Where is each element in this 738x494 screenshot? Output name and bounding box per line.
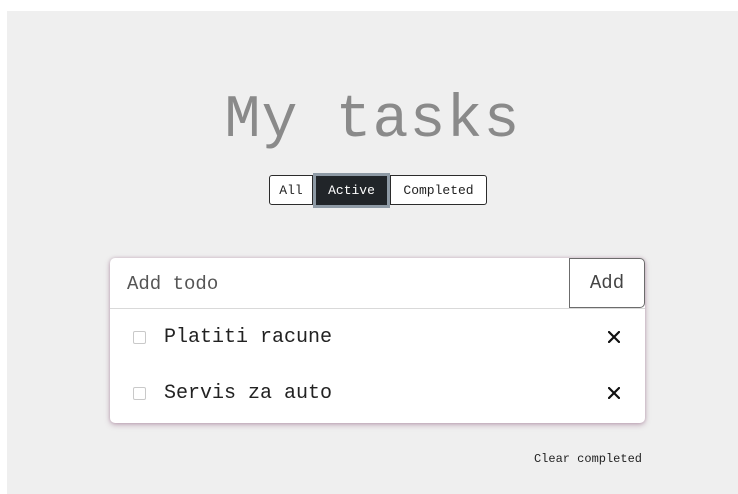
clear-completed-button[interactable]: Clear completed (534, 452, 642, 466)
page-title: My tasks (224, 87, 521, 155)
filter-all-button[interactable]: All (269, 175, 313, 205)
todo-card: Add Platiti racune Servis za auto (110, 258, 645, 423)
todo-input[interactable] (110, 258, 569, 310)
filter-completed-button[interactable]: Completed (390, 175, 487, 205)
todo-text: Servis za auto (164, 381, 333, 405)
filter-group: All Active Completed (269, 172, 487, 208)
filter-active-button[interactable]: Active (313, 172, 390, 208)
close-icon (608, 387, 620, 399)
todo-checkbox[interactable] (133, 386, 146, 400)
delete-button[interactable] (602, 325, 626, 349)
todo-item: Servis za auto (110, 365, 645, 421)
todo-form: Add (110, 258, 645, 310)
add-button[interactable]: Add (569, 258, 645, 308)
todo-item: Platiti racune (110, 309, 645, 365)
delete-button[interactable] (602, 381, 626, 405)
todo-checkbox[interactable] (133, 330, 146, 344)
app-container: My tasks All Active Completed Add Platit… (7, 11, 738, 494)
todo-text: Platiti racune (164, 325, 333, 349)
close-icon (608, 331, 620, 343)
